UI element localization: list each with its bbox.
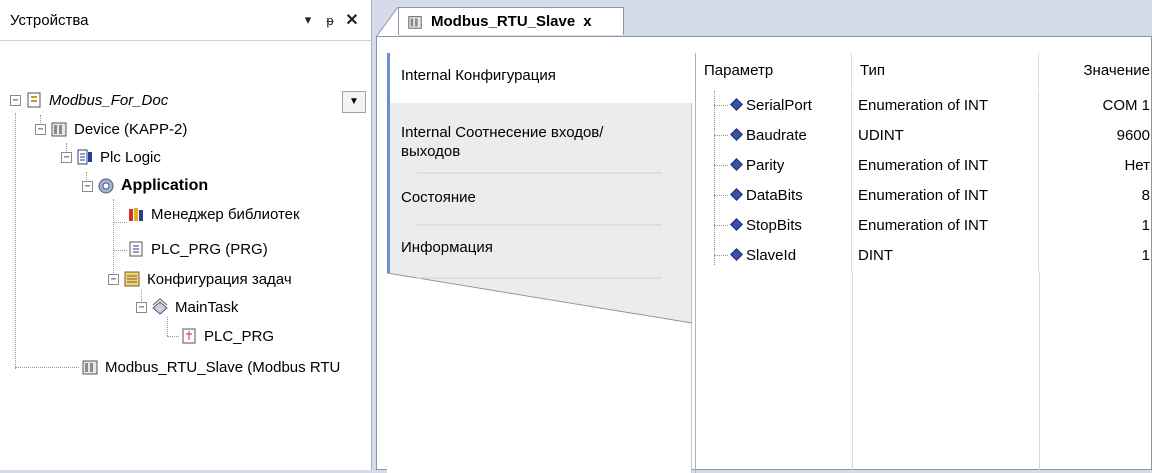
tree-label-task-config: Конфигурация задач (147, 270, 292, 288)
side-tabs: Internal Конфигурация Internal Соотнесен… (387, 53, 692, 473)
tab-title: Modbus_RTU_Slave (431, 13, 576, 30)
param-name: SerialPort (746, 97, 812, 114)
tree-label-plc-prg: PLC_PRG (PRG) (151, 240, 268, 258)
task-config-icon (123, 270, 141, 288)
tree-label-root: Modbus_For_Doc (49, 91, 169, 109)
param-type: Enumeration of INT (852, 91, 1039, 121)
param-name: Baudrate (746, 127, 807, 144)
pin-icon[interactable]: ᵽ (319, 13, 341, 28)
library-icon (127, 205, 145, 223)
tree-node-main-task-prg[interactable]: PLC_PRG (180, 324, 274, 348)
table-row[interactable]: DataBits Enumeration of INT 8 (696, 181, 1152, 211)
chevron-down-icon[interactable]: ▼ (342, 91, 366, 113)
devices-panel: Устройства ▾ ᵽ ✕ − Modbus_For_Doc ▼ − De… (0, 0, 372, 470)
param-type: Enumeration of INT (852, 211, 1039, 241)
devices-panel-title: Устройства (10, 11, 89, 29)
param-value[interactable]: Нет (1039, 151, 1152, 181)
param-type: Enumeration of INT (852, 151, 1039, 181)
collapse-icon[interactable]: − (82, 180, 93, 192)
close-panel-icon[interactable]: ✕ (341, 10, 363, 30)
side-tab-status[interactable]: Состояние (387, 189, 692, 206)
collapse-icon[interactable]: − (35, 123, 46, 135)
task-icon (151, 298, 169, 316)
param-value[interactable]: 1 (1039, 211, 1152, 241)
editor-area: Internal Конфигурация Internal Соотнесен… (376, 36, 1152, 473)
tree-label-plc-logic: Plc Logic (100, 148, 161, 166)
tree-node-modbus-slave[interactable]: Modbus_RTU_Slave (Modbus RTU (81, 355, 340, 379)
gear-icon (97, 177, 115, 195)
collapse-icon[interactable]: − (108, 273, 119, 285)
param-value[interactable]: 1 (1039, 241, 1152, 271)
param-name: StopBits (746, 217, 802, 234)
tree-node-library-manager[interactable]: Менеджер библиотек (127, 202, 300, 226)
tree-label-modbus-slave: Modbus_RTU_Slave (Modbus RTU (105, 358, 341, 376)
param-value[interactable]: COM 1 (1039, 91, 1152, 121)
param-value[interactable]: 8 (1039, 181, 1152, 211)
tab-modbus-rtu-slave[interactable]: Modbus_RTU_Slave x (398, 7, 624, 35)
tree-node-plc-prg[interactable]: PLC_PRG (PRG) (127, 237, 268, 261)
tree-node-task-config[interactable]: − Конфигурация задач (108, 267, 292, 291)
table-row[interactable]: Baudrate UDINT 9600 (696, 121, 1152, 151)
plc-logic-icon (76, 148, 94, 166)
table-row[interactable]: SerialPort Enumeration of INT COM 1 (696, 91, 1152, 121)
tree-label-library-manager: Менеджер библиотек (151, 205, 300, 223)
param-type: Enumeration of INT (852, 181, 1039, 211)
tree-node-root[interactable]: − Modbus_For_Doc (10, 88, 168, 112)
param-name: SlaveId (746, 247, 797, 264)
table-row[interactable]: Parity Enumeration of INT Нет (696, 151, 1152, 181)
side-tab-internal-io-mapping[interactable]: Internal Соотнесение входов/выходов (387, 123, 607, 161)
tree-label-main-task: MainTask (175, 298, 239, 316)
device-tree: − Modbus_For_Doc ▼ − Device (KAPP-2) − P… (0, 41, 371, 376)
collapse-icon[interactable]: − (10, 94, 21, 106)
side-tab-internal-config[interactable]: Internal Конфигурация (387, 67, 692, 84)
device-icon (407, 14, 423, 30)
collapse-icon[interactable]: − (136, 301, 147, 313)
tree-label-device: Device (KAPP-2) (74, 120, 188, 138)
editor-tabbar: Modbus_RTU_Slave x (376, 0, 1152, 38)
table-row[interactable]: SlaveId DINT 1 (696, 241, 1152, 271)
column-header-type[interactable]: Тип (852, 53, 1039, 89)
param-type: DINT (852, 241, 1039, 271)
param-type: UDINT (852, 121, 1039, 151)
column-header-param[interactable]: Параметр (696, 53, 852, 89)
program-call-icon (180, 327, 198, 345)
column-header-value[interactable]: Значение (1039, 53, 1152, 89)
parameter-table: Параметр Тип Значение SerialPort Enumera… (695, 53, 1152, 473)
device-icon (81, 358, 99, 376)
close-tab-icon[interactable]: x (583, 13, 591, 30)
tree-node-application[interactable]: − Application (82, 174, 208, 198)
tree-label-application: Application (121, 177, 209, 194)
program-icon (127, 240, 145, 258)
collapse-icon[interactable]: − (61, 151, 72, 163)
table-row[interactable]: StopBits Enumeration of INT 1 (696, 211, 1152, 241)
param-name: Parity (746, 157, 785, 174)
panel-menu-icon[interactable]: ▾ (297, 12, 319, 28)
tree-node-plc-logic[interactable]: − Plc Logic (61, 145, 161, 169)
tree-node-device[interactable]: − Device (KAPP-2) (35, 117, 187, 141)
side-tab-information[interactable]: Информация (387, 239, 692, 256)
devices-panel-header: Устройства ▾ ᵽ ✕ (0, 0, 371, 41)
tree-node-main-task[interactable]: − MainTask (136, 295, 238, 319)
tree-label-main-task-prg: PLC_PRG (204, 327, 275, 345)
param-name: DataBits (746, 187, 803, 204)
param-value[interactable]: 9600 (1039, 121, 1152, 151)
project-icon (25, 91, 43, 109)
device-icon (50, 120, 68, 138)
